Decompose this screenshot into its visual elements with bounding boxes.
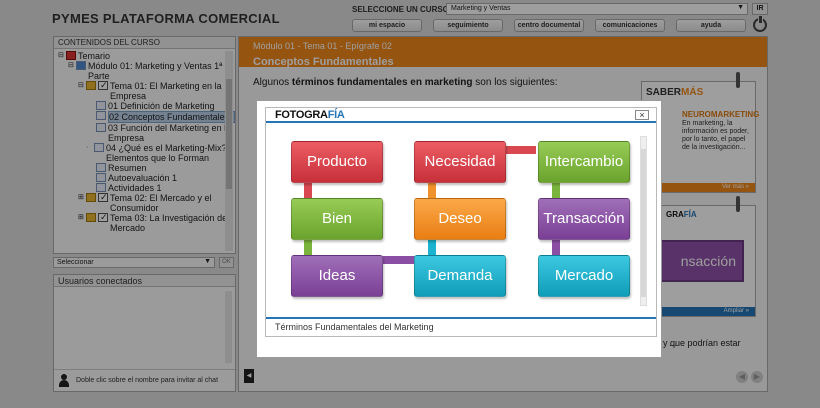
- node-mercado: Mercado: [538, 255, 630, 297]
- marketing-terms-diagram: Producto Necesidad Intercambio Bien Dese…: [266, 108, 656, 336]
- modal-scrollbar[interactable]: [640, 136, 647, 306]
- node-demanda: Demanda: [414, 255, 506, 297]
- modal-frame: FOTOGRAFÍA × Producto Necesidad Intercam…: [265, 107, 657, 337]
- node-deseo: Deseo: [414, 198, 506, 240]
- node-necesidad: Necesidad: [414, 141, 506, 183]
- node-bien: Bien: [291, 198, 383, 240]
- node-intercambio: Intercambio: [538, 141, 630, 183]
- node-producto: Producto: [291, 141, 383, 183]
- image-caption: Términos Fundamentales del Marketing: [266, 317, 656, 336]
- fotografia-modal: FOTOGRAFÍA × Producto Necesidad Intercam…: [256, 100, 662, 358]
- modal-scroll-thumb[interactable]: [641, 149, 646, 297]
- node-ideas: Ideas: [291, 255, 383, 297]
- node-transaccion: Transacción: [538, 198, 630, 240]
